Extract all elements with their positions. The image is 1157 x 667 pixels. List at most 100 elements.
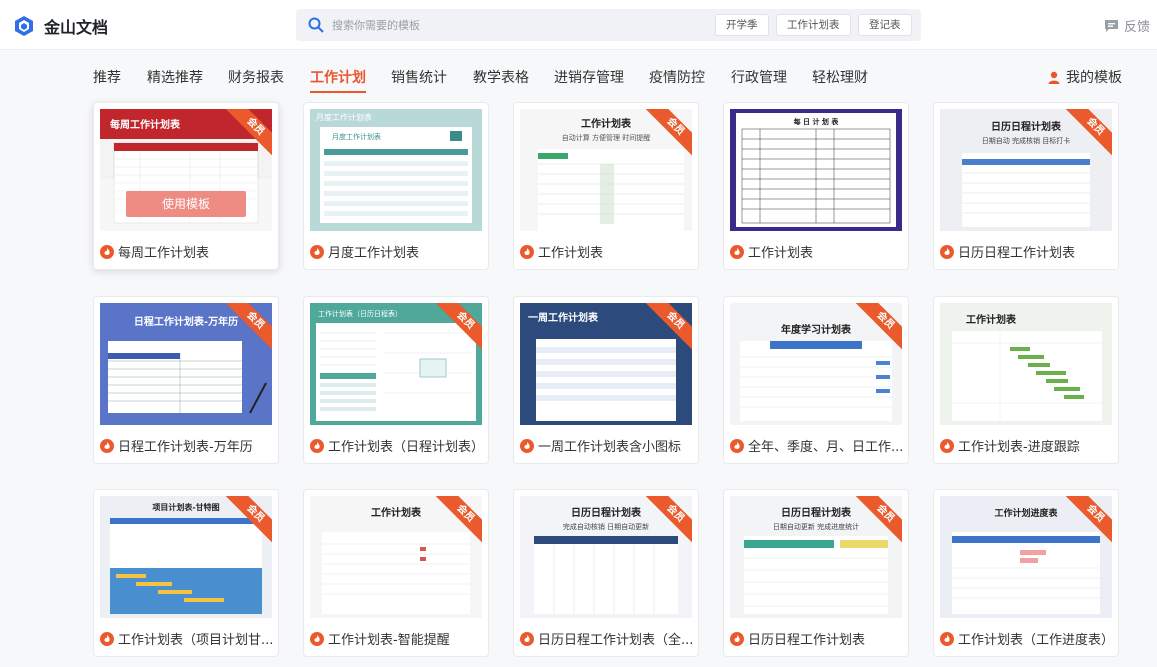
nav-tab-epidemic[interactable]: 疫情防控 — [649, 67, 705, 87]
thumb-title: 每 日 计 划 表 — [794, 117, 840, 126]
template-card[interactable]: 工作计划表 会员 工作计划表-智能提醒 — [303, 489, 489, 657]
template-card[interactable]: 项目计划表-甘特图 会员 工作计划表（项目计划甘... — [93, 489, 279, 657]
template-card[interactable]: 日历日程计划表 完成自动核销 日期自动更新 会员 日历日程工作计划表（全... — [513, 489, 699, 657]
brand[interactable]: 金山文档 — [14, 14, 108, 38]
template-card[interactable]: 工作计划进度表 会员 工作计划表（工作进度表） — [933, 489, 1119, 657]
fire-icon — [100, 631, 114, 646]
card-title: 日历日程工作计划表（全... — [520, 629, 693, 648]
thumb-title: 日历日程计划表 — [781, 506, 852, 519]
nav-tab-sales[interactable]: 销售统计 — [391, 67, 447, 87]
template-thumbnail: 项目计划表-甘特图 会员 — [100, 496, 272, 618]
nav-tab-featured[interactable]: 精选推荐 — [147, 67, 203, 87]
fire-icon — [100, 438, 114, 453]
template-card[interactable]: 工作计划表 自动计算 方便管理 时间提醒 会员 工作计划表 — [513, 102, 699, 270]
template-card[interactable]: 每 日 计 划 表 工作计划表 — [723, 102, 909, 270]
fire-icon — [520, 438, 534, 453]
search-icon[interactable] — [308, 17, 324, 33]
template-thumbnail: 日历日程计划表 日期自动 完成核销 目标打卡 会员 — [940, 109, 1112, 231]
feedback-button[interactable]: 反馈 — [1104, 16, 1150, 35]
template-thumbnail: 日程工作计划表-万年历 会员 — [100, 303, 272, 425]
template-thumbnail: 一周工作计划表 会员 — [520, 303, 692, 425]
thumb-title: 项目计划表-甘特图 — [152, 502, 219, 512]
feedback-label: 反馈 — [1124, 20, 1151, 35]
template-card[interactable]: 一周工作计划表 会员 一周工作计划表含小图标 — [513, 296, 699, 464]
template-thumbnail: 每 日 计 划 表 — [730, 109, 902, 231]
fire-icon — [520, 244, 534, 259]
fire-icon — [940, 631, 954, 646]
fire-icon — [730, 438, 744, 453]
search-chip-kaixueji[interactable]: 开学季 — [715, 14, 769, 36]
template-card[interactable]: 每周工作计划表 使用模板 会员 每周工作计划表 — [93, 102, 279, 270]
card-title: 全年、季度、月、日工作... — [730, 436, 903, 455]
template-card[interactable]: 日历日程计划表 日期自动更新 完成进度统计 会员 日历日程工作计划表 — [723, 489, 909, 657]
fire-icon — [730, 631, 744, 646]
template-card[interactable]: 月度工作计划表 月度工作计划表 月度工作计划表 — [303, 102, 489, 270]
template-card[interactable]: 工作计划表 工作计划表-进度跟踪 — [933, 296, 1119, 464]
template-thumbnail: 工作计划表 自动计算 方便管理 时间提醒 会员 — [520, 109, 692, 231]
fire-icon — [730, 244, 744, 259]
template-thumbnail: 日历日程计划表 完成自动核销 日期自动更新 会员 — [520, 496, 692, 618]
card-title: 工作计划表（日程计划表） — [310, 436, 484, 455]
card-title: 工作计划表 — [520, 242, 603, 261]
card-title: 每周工作计划表 — [100, 242, 209, 261]
fire-icon — [310, 438, 324, 453]
template-thumbnail: 工作计划表（日历日程表） 会员 — [310, 303, 482, 425]
thumb-title: 日历日程计划表 — [571, 506, 642, 519]
card-title: 工作计划表-智能提醒 — [310, 629, 450, 648]
fire-icon — [310, 244, 324, 259]
nav-tab-admin[interactable]: 行政管理 — [731, 67, 787, 87]
user-icon — [1048, 71, 1060, 84]
svg-text:日期自动 完成核销 目标打卡: 日期自动 完成核销 目标打卡 — [982, 136, 1070, 145]
template-thumbnail: 工作计划进度表 会员 — [940, 496, 1112, 618]
card-title: 日程工作计划表-万年历 — [100, 436, 253, 455]
template-card[interactable]: 工作计划表（日历日程表） 会员 工作计划表（日程计划表） — [303, 296, 489, 464]
template-thumbnail: 日历日程计划表 日期自动更新 完成进度统计 会员 — [730, 496, 902, 618]
template-thumbnail: 年度学习计划表 会员 — [730, 303, 902, 425]
thumb-title: 每周工作计划表 — [110, 118, 181, 131]
search-bar[interactable]: 开学季 工作计划表 登记表 — [296, 9, 921, 41]
svg-text:日期自动更新 完成进度统计: 日期自动更新 完成进度统计 — [773, 522, 859, 531]
fire-icon — [520, 631, 534, 646]
nav-tab-finance[interactable]: 财务报表 — [228, 67, 284, 87]
nav-tab-recommend[interactable]: 推荐 — [93, 67, 121, 87]
use-template-button[interactable]: 使用模板 — [126, 191, 246, 217]
template-thumbnail: 每周工作计划表 使用模板 会员 — [100, 109, 272, 231]
thumb-title: 月度工作计划表 — [316, 112, 372, 122]
svg-text:月度工作计划表: 月度工作计划表 — [332, 132, 381, 141]
template-card[interactable]: 日程工作计划表-万年历 会员 日程工作计划表-万年历 — [93, 296, 279, 464]
fire-icon — [310, 631, 324, 646]
thumb-title: 工作计划表（日历日程表） — [318, 309, 402, 318]
fire-icon — [940, 244, 954, 259]
nav-tab-finance-easy[interactable]: 轻松理财 — [812, 67, 868, 87]
template-thumbnail: 月度工作计划表 月度工作计划表 — [310, 109, 482, 231]
feedback-icon — [1105, 19, 1118, 32]
nav-tab-teaching[interactable]: 教学表格 — [473, 67, 529, 87]
search-input[interactable] — [332, 18, 692, 32]
card-title: 一周工作计划表含小图标 — [520, 436, 681, 455]
nav-tab-inventory[interactable]: 进销存管理 — [554, 67, 624, 87]
search-chip-work-plan[interactable]: 工作计划表 — [776, 14, 851, 36]
template-thumbnail: 工作计划表 — [940, 303, 1112, 425]
template-card[interactable]: 年度学习计划表 会员 全年、季度、月、日工作... — [723, 296, 909, 464]
thumb-title: 工作计划表 — [371, 506, 422, 519]
my-templates-label: 我的模板 — [1066, 70, 1122, 86]
search-chip-register[interactable]: 登记表 — [858, 14, 912, 36]
thumb-title: 工作计划表 — [581, 117, 632, 130]
top-bar: 金山文档 开学季 工作计划表 登记表 反馈 — [0, 0, 1157, 50]
thumb-title: 一周工作计划表 — [528, 311, 599, 324]
kdocs-logo-icon — [15, 16, 33, 36]
my-templates-button[interactable]: 我的模板 — [1048, 67, 1122, 87]
svg-text:完成自动核销 日期自动更新: 完成自动核销 日期自动更新 — [563, 522, 649, 531]
category-nav: 推荐 精选推荐 财务报表 工作计划 销售统计 教学表格 进销存管理 疫情防控 行… — [0, 50, 1157, 98]
template-thumbnail: 工作计划表 会员 — [310, 496, 482, 618]
template-card[interactable]: 日历日程计划表 日期自动 完成核销 目标打卡 会员 日历日程工作计划表 — [933, 102, 1119, 270]
card-title: 工作计划表（项目计划甘... — [100, 629, 273, 648]
card-title: 月度工作计划表 — [310, 242, 419, 261]
card-title: 工作计划表 — [730, 242, 813, 261]
nav-tab-work-plan[interactable]: 工作计划 — [310, 67, 366, 93]
card-title: 日历日程工作计划表 — [730, 629, 865, 648]
thumb-title: 工作计划表 — [966, 313, 1017, 326]
fire-icon — [100, 244, 114, 259]
thumb-title: 日历日程计划表 — [991, 120, 1062, 133]
fire-icon — [940, 438, 954, 453]
